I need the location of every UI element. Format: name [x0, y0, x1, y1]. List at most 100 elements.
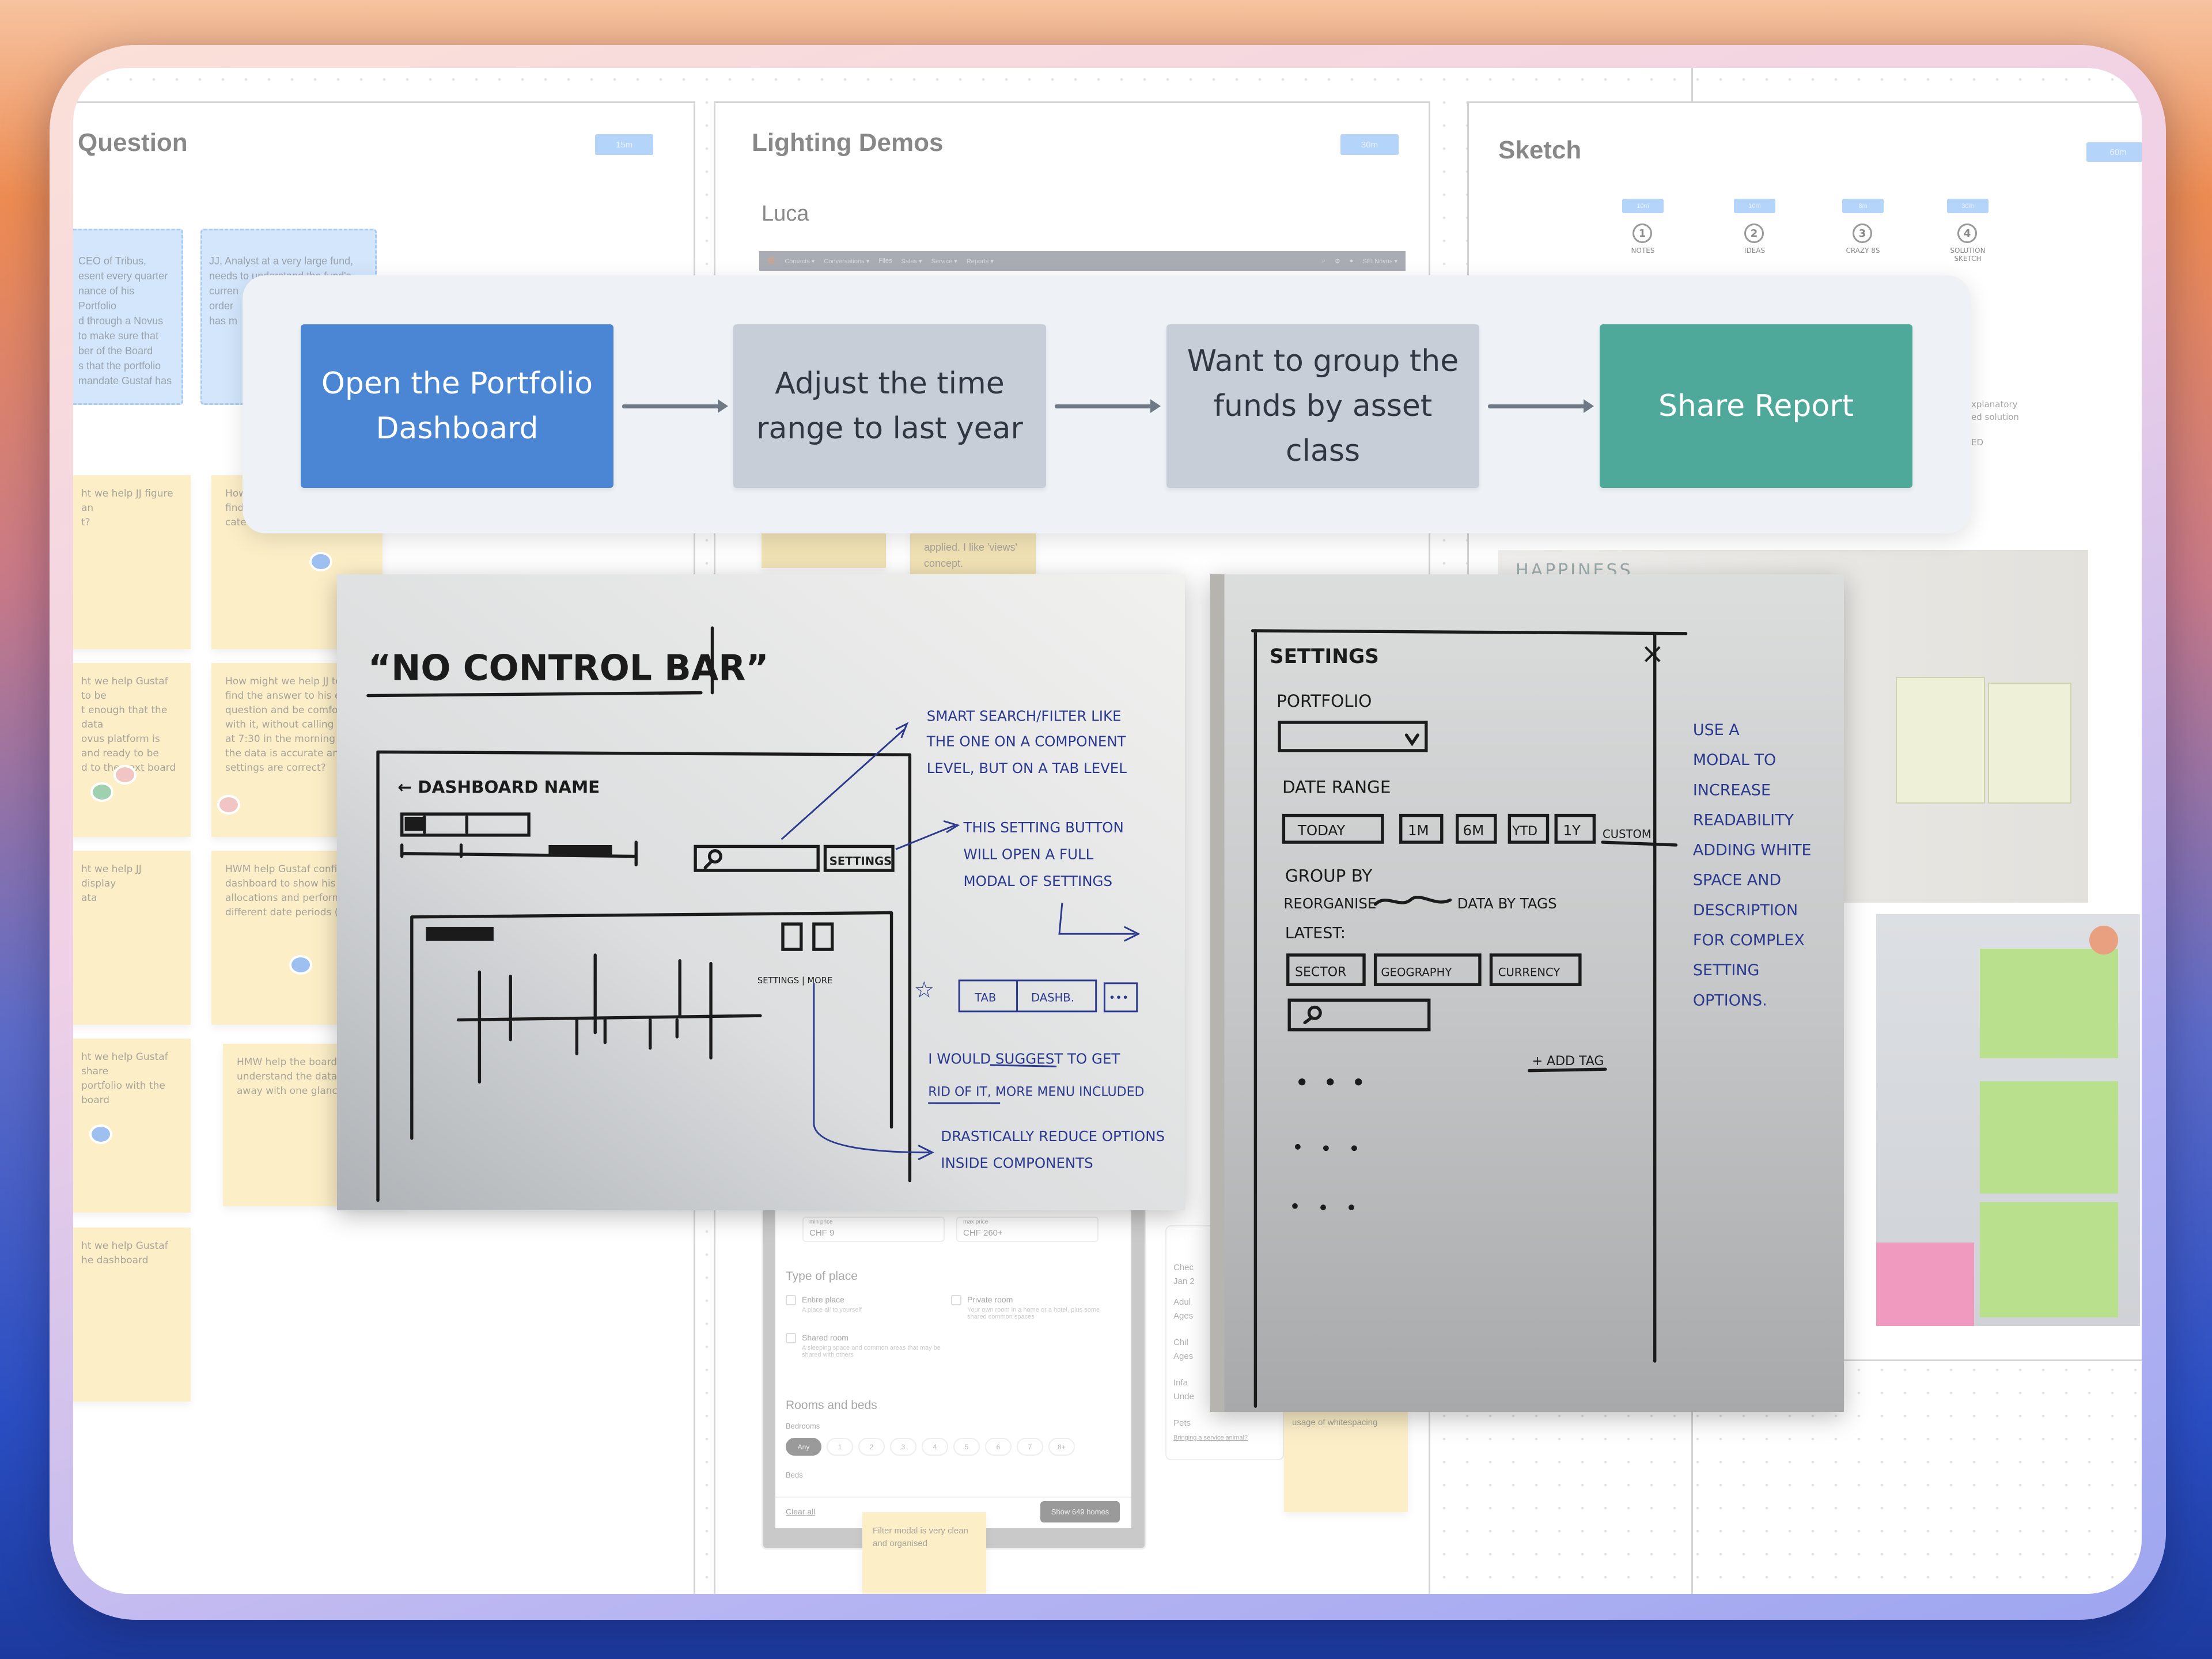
- latest-label: LATEST:: [1285, 925, 1346, 942]
- min-price-field[interactable]: min price CHF 9: [802, 1217, 945, 1242]
- annotation: LEVEL, BUT ON A TAB LEVEL: [927, 760, 1127, 777]
- close-icon: ×: [1641, 637, 1664, 670]
- annotation: FOR COMPLEX: [1693, 931, 1805, 949]
- step-number: 2: [1744, 224, 1764, 243]
- option-label: Private room: [967, 1295, 1013, 1304]
- annotation: USE A: [1693, 721, 1740, 739]
- min-price-value: CHF 9: [809, 1228, 835, 1238]
- bedroom-count-option[interactable]: 3: [890, 1438, 916, 1456]
- whiteboard-canvas[interactable]: Question 15m CEO of Tribus, esent every …: [73, 68, 2142, 1594]
- hmw-note[interactable]: ht we help Gustaf to be t enough that th…: [73, 663, 191, 837]
- annotation: SETTING: [1693, 961, 1760, 979]
- hmw-note[interactable]: ht we help JJ display ata: [73, 851, 191, 1025]
- annotation: DESCRIPTION: [1693, 902, 1798, 919]
- step-timer-badge: 30m: [1947, 199, 1988, 213]
- demo-nav-bar: ⚙ Contacts ▾ Conversations ▾ Files Sales…: [759, 251, 1406, 271]
- date-chip: 6M: [1463, 822, 1484, 839]
- bedroom-count-option[interactable]: 8+: [1048, 1438, 1075, 1456]
- flow-step-share-report[interactable]: Share Report: [1600, 324, 1912, 488]
- nav-item[interactable]: Conversations ▾: [824, 257, 869, 265]
- nav-item[interactable]: Service ▾: [931, 257, 957, 265]
- bedroom-count-option[interactable]: 2: [858, 1438, 885, 1456]
- photo-no-control-bar-sketch[interactable]: “NO CONTROL BAR” ← DASHBOARD NAME SETTIN…: [337, 574, 1185, 1210]
- annotation: ADDING WHITE: [1693, 842, 1812, 859]
- step-label: CRAZY 8s: [1846, 247, 1880, 255]
- step-timer-badge: 8m: [1842, 199, 1884, 213]
- annotation: INSIDE COMPONENTS: [941, 1155, 1093, 1172]
- private-room-checkbox[interactable]: [951, 1295, 961, 1305]
- add-tag-link: + ADD TAG: [1532, 1054, 1604, 1069]
- step-label: IDEAS: [1744, 247, 1766, 255]
- bedroom-count-option[interactable]: 4: [922, 1438, 948, 1456]
- dashboard-name-label: ← DASHBOARD NAME: [397, 777, 600, 797]
- annotation: DRASTICALLY REDUCE OPTIONS: [941, 1128, 1165, 1145]
- tag-chip: CURRENCY: [1498, 966, 1560, 979]
- bell-icon[interactable]: ●: [1350, 257, 1354, 264]
- feedback-note[interactable]: Filter modal is very clean and organised: [862, 1512, 986, 1594]
- feedback-note[interactable]: usage of whitespacing: [1284, 1411, 1408, 1512]
- nav-item[interactable]: Sales ▾: [901, 257, 922, 265]
- clear-all-link[interactable]: Clear all: [786, 1507, 815, 1516]
- group-by-label: GROUP BY: [1285, 866, 1372, 886]
- hmw-note[interactable]: ht we help Gustaf he dashboard: [73, 1228, 191, 1402]
- annotation: OPTIONS.: [1693, 991, 1767, 1009]
- shared-room-checkbox[interactable]: [786, 1333, 796, 1343]
- arrow-right-icon: [622, 399, 728, 413]
- nav-item[interactable]: Contacts ▾: [785, 257, 815, 265]
- nav-user[interactable]: SEI Novus ▾: [1362, 257, 1397, 265]
- reorganise-text: DATA BY TAGS: [1457, 895, 1557, 912]
- section-title-lighting-demos: Lighting Demos: [752, 128, 944, 157]
- min-price-label: min price: [809, 1219, 833, 1225]
- nav-item[interactable]: Reports ▾: [967, 257, 994, 265]
- max-price-label: max price: [963, 1219, 988, 1225]
- heart-sticker-icon: [113, 765, 137, 785]
- logo-icon: ⚙: [767, 256, 776, 266]
- persona-note[interactable]: CEO of Tribus, esent every quarter nance…: [73, 229, 183, 405]
- timer-badge: 60m: [2086, 142, 2142, 162]
- tab-label: TAB: [974, 991, 996, 1005]
- bedroom-count-option[interactable]: 5: [953, 1438, 980, 1456]
- timer-badge: 15m: [595, 134, 653, 155]
- bedroom-count-option[interactable]: 7: [1017, 1438, 1043, 1456]
- option-label: Entire place: [802, 1295, 844, 1304]
- max-price-field[interactable]: max price CHF 260+: [956, 1217, 1099, 1242]
- bedroom-count-option[interactable]: 1: [827, 1438, 853, 1456]
- arrow-right-icon: [1488, 399, 1594, 413]
- sketch-sheet: [1896, 677, 1985, 804]
- option-label: Shared room: [802, 1333, 849, 1342]
- settings-icon[interactable]: ⚙: [1335, 257, 1340, 265]
- hmw-note[interactable]: ht we help Gustaf share portfolio with t…: [73, 1039, 191, 1213]
- bedroom-count-option[interactable]: Any: [786, 1438, 821, 1456]
- option-desc: A place all to yourself: [802, 1306, 862, 1313]
- search-icon[interactable]: ⌕: [1322, 257, 1325, 265]
- annotation: RID OF IT, MORE MENU INCLUDED: [928, 1085, 1144, 1100]
- sketch-note-fragment: xplanatory ed solution ED: [1971, 399, 2019, 448]
- service-animal-link[interactable]: Bringing a service animal?: [1173, 1434, 1248, 1441]
- date-range-label: DATE RANGE: [1282, 777, 1391, 797]
- photo-settings-modal-sketch[interactable]: SETTINGS × PORTFOLIO DATE RANGE TODAY 1M…: [1210, 574, 1844, 1412]
- hmw-note[interactable]: ht we help JJ figure an t?: [73, 475, 191, 649]
- more-icon: •••: [1109, 991, 1129, 1005]
- reorganise-text: REORGANISE: [1283, 895, 1376, 912]
- filter-modal: min price CHF 9 max price CHF 260+ Type …: [775, 1197, 1131, 1528]
- user-flow-panel: Open the Portfolio Dashboard Adjust the …: [243, 275, 1971, 533]
- bedroom-count-option[interactable]: 6: [985, 1438, 1012, 1456]
- modal-title: SETTINGS: [1270, 645, 1379, 668]
- step-number: 4: [1957, 224, 1977, 243]
- show-homes-button[interactable]: Show 649 homes: [1040, 1501, 1120, 1522]
- flow-step-group-funds[interactable]: Want to group the funds by asset class: [1166, 324, 1479, 488]
- step-timer-badge: 10m: [1622, 199, 1664, 213]
- flow-step-open-dashboard[interactable]: Open the Portfolio Dashboard: [301, 324, 613, 488]
- divider: [1691, 68, 1693, 101]
- annotation: WILL OPEN A FULL: [963, 846, 1093, 862]
- flow-step-adjust-time-range[interactable]: Adjust the time range to last year: [733, 324, 1046, 488]
- date-chip: TODAY: [1297, 822, 1345, 839]
- nav-item[interactable]: Files: [878, 257, 892, 264]
- date-chip: YTD: [1512, 824, 1537, 839]
- max-price-value: CHF 260+: [963, 1228, 1003, 1238]
- sticky-wall-photo: [1876, 914, 2140, 1326]
- annotation: SPACE AND: [1693, 872, 1781, 889]
- sketch-sheet: [1988, 683, 2071, 804]
- entire-place-checkbox[interactable]: [786, 1295, 796, 1305]
- annotation: INCREASE: [1693, 781, 1771, 799]
